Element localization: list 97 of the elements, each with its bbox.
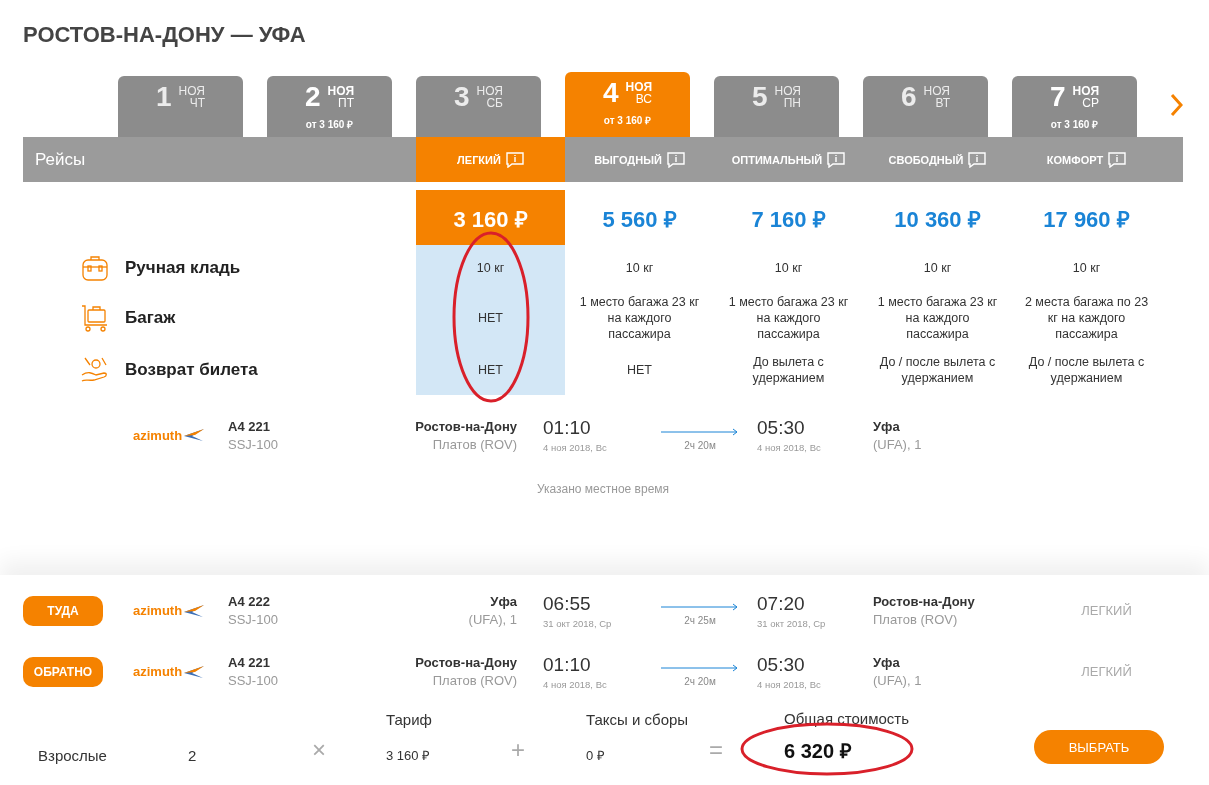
multiply-sign: × [312, 736, 327, 764]
flight-number: А4 221 [228, 655, 271, 670]
destination-city: Уфа [873, 418, 901, 434]
fare-name: ЛЕГКИЙ [1081, 603, 1132, 618]
taxes-label: Таксы и сборы [586, 711, 690, 728]
direction-button[interactable]: ТУДА [23, 595, 103, 626]
fare-label: Тариф [386, 711, 433, 728]
destination-airport: Платов (ROV) [873, 612, 959, 627]
origin-airport: Платов (ROV) [432, 673, 517, 688]
airline-name: azimuth [133, 603, 183, 618]
passenger-count: 2 [188, 747, 198, 764]
aircraft-type: SSJ-100 [228, 436, 279, 452]
flight-duration: 2ч 25м [684, 615, 716, 626]
feature-value: НЕТ [416, 345, 565, 395]
feature-value: 10 кг [773, 259, 804, 277]
chevron-right-icon[interactable] [1170, 92, 1183, 117]
tariff-tab[interactable]: ОПТИМАЛЬНЫЙ [714, 137, 863, 182]
route-title: РОСТОВ-НА-ДОНУ — УФА [23, 21, 307, 49]
departure-date: 4 ноя 2018, Вс [543, 678, 608, 690]
airline-name: azimuth [133, 427, 183, 443]
luggage-cart-icon [80, 302, 110, 333]
feature-value: 10 кг [1071, 259, 1102, 277]
direction-button[interactable]: ОБРАТНО [23, 656, 103, 687]
tariff-tab[interactable]: ЛЕГКИЙ [416, 137, 565, 182]
local-time-note: Указано местное время [535, 482, 671, 496]
origin-airport: Платов (ROV) [432, 436, 517, 452]
tariff-name: ВЫГОДНЫЙ [594, 153, 662, 166]
feature-value: До вылета с удержанием [751, 354, 826, 387]
passenger-type: Взрослые [38, 747, 108, 764]
aircraft-type: SSJ-100 [228, 612, 279, 627]
feature-value: 1 место багажа 23 кг на каждого пассажира [727, 293, 850, 343]
arrow-icon [661, 664, 739, 672]
feature-value: 2 места багажа по 23 кг на каждого пассажира [1023, 293, 1150, 343]
feature-label: Возврат билета [125, 360, 258, 380]
info-icon[interactable] [666, 151, 685, 168]
departure-time: 01:10 [543, 417, 592, 439]
fare-amount: 3 160 ₽ [386, 747, 432, 764]
tariff-price[interactable]: 5 560 ₽ [565, 190, 714, 245]
flights-label: Рейсы [34, 149, 87, 170]
tariff-name: КОМФОРТ [1046, 153, 1104, 166]
info-icon[interactable] [827, 151, 846, 168]
fare-name: ЛЕГКИЙ [1081, 664, 1132, 679]
feature-value: До / после вылета с удержанием [878, 354, 997, 387]
info-icon[interactable] [1108, 151, 1127, 168]
flight-duration: 2ч 20м [684, 439, 716, 451]
arrow-icon [661, 603, 739, 611]
arrow-icon [661, 427, 739, 436]
tariff-price[interactable]: 10 360 ₽ [863, 190, 1012, 245]
destination-airport: (UFA), 1 [873, 436, 923, 452]
departure-date: 31 окт 2018, Ср [543, 617, 613, 629]
aircraft-type: SSJ-100 [228, 673, 279, 688]
airline-name: azimuth [133, 664, 183, 679]
departure-time: 06:55 [543, 592, 592, 615]
arrival-date: 4 ноя 2018, Вс [757, 442, 822, 453]
plus-sign: + [511, 736, 526, 764]
arrival-date: 31 окт 2018, Ср [757, 617, 827, 629]
tariff-price[interactable]: 17 960 ₽ [1012, 190, 1161, 245]
origin-city: Ростов-на-Дону [415, 418, 517, 434]
destination-city: Уфа [873, 655, 901, 670]
equals-sign: = [709, 736, 724, 764]
destination-city: Ростов-на-Дону [873, 594, 976, 609]
departure-date: 4 ноя 2018, Вс [543, 442, 608, 453]
feature-value: 10 кг [922, 259, 953, 277]
tariff-name: СВОБОДНЫЙ [888, 153, 964, 166]
feature-value: НЕТ [626, 362, 653, 379]
tariff-price[interactable]: 7 160 ₽ [714, 190, 863, 245]
feature-value: 10 кг [416, 245, 565, 290]
arrival-date: 4 ноя 2018, Вс [757, 678, 822, 690]
feature-value: 1 место багажа 23 кг на каждого пассажира [578, 293, 701, 343]
info-icon[interactable] [505, 151, 524, 168]
flight-duration: 2ч 20м [684, 676, 716, 687]
taxes-amount: 0 ₽ [586, 747, 606, 764]
feature-value: НЕТ [416, 290, 565, 345]
feature-value: 10 кг [624, 259, 655, 277]
flight-number: А4 221 [228, 418, 271, 434]
origin-city: Ростов-на-Дону [415, 655, 517, 670]
flight-number: А4 222 [228, 594, 271, 609]
arrival-time: 05:30 [757, 653, 806, 676]
arrival-time: 07:20 [757, 592, 806, 615]
feature-label: Ручная кладь [125, 257, 241, 278]
tariff-name: ОПТИМАЛЬНЫЙ [731, 153, 823, 166]
feature-value: До / после вылета с удержанием [1027, 354, 1146, 387]
destination-airport: (UFA), 1 [873, 673, 923, 688]
tariff-price[interactable]: 3 160 ₽ [416, 190, 565, 245]
departure-time: 01:10 [543, 653, 592, 676]
tariff-tab[interactable]: СВОБОДНЫЙ [863, 137, 1012, 182]
tariff-tab[interactable]: ВЫГОДНЫЙ [565, 137, 714, 182]
tariff-name: ЛЕГКИЙ [457, 153, 501, 166]
feature-label: Багаж [125, 307, 176, 328]
total-amount: 6 320 ₽ [784, 739, 853, 764]
feature-value: 1 место багажа 23 кг на каждого пассажира [876, 293, 999, 343]
origin-airport: (UFA), 1 [468, 612, 517, 627]
arrival-time: 05:30 [757, 417, 806, 439]
info-icon[interactable] [968, 151, 987, 168]
origin-city: Уфа [490, 594, 517, 609]
tariff-tab[interactable]: КОМФОРТ [1012, 137, 1161, 182]
select-button[interactable]: ВЫБРАТЬ [1034, 730, 1164, 764]
